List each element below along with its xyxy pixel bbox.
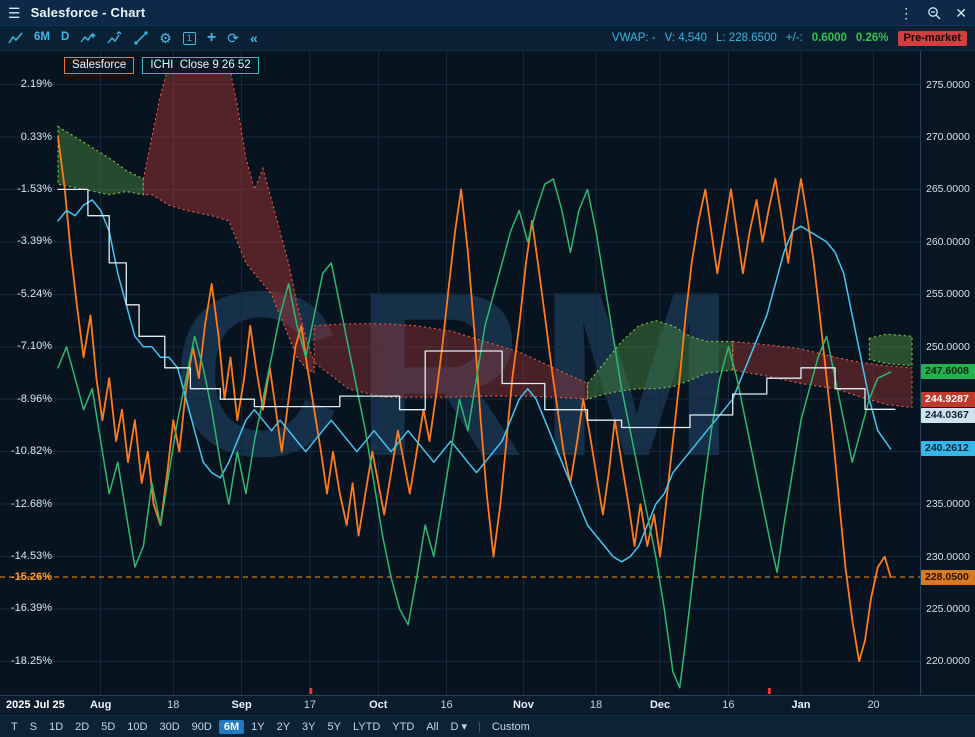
kebab-menu-icon[interactable]: ⋮ — [899, 6, 913, 20]
period-button-90d[interactable]: 90D — [187, 720, 217, 734]
settings-gear-icon[interactable]: ⚙ — [159, 31, 172, 45]
period-button-2d[interactable]: 2D — [70, 720, 94, 734]
x-axis-label: 18 — [590, 699, 602, 711]
price-badge: 244.0367 — [921, 408, 975, 423]
price-badge: 247.6008 — [921, 364, 975, 379]
right-axis-label: 275.0000 — [926, 79, 970, 91]
chart-area[interactable]: CRM Salesforce ICHI Close 9 26 52 2.19%0… — [0, 51, 975, 695]
period-button-s[interactable]: S — [25, 720, 42, 734]
right-axis-label: 230.0000 — [926, 551, 970, 563]
menu-icon[interactable]: ☰ — [8, 6, 21, 20]
cloud-green-right — [869, 334, 912, 366]
period-button-30d[interactable]: 30D — [154, 720, 184, 734]
x-axis-label: Oct — [369, 699, 387, 711]
custom-range-button[interactable]: Custom — [487, 720, 535, 734]
change-value: 0.6000 — [812, 32, 847, 44]
right-axis-label: 255.0000 — [926, 288, 970, 300]
chart-toolbar: 6M D ⚙ 1 + ⟳ « VWAP: - V: 4,540 L: 228.6… — [0, 26, 975, 51]
period-selector-bar: TS1D2D5D10D30D90D6M1Y2Y3Y5YLYTDYTDAllD ▾… — [0, 715, 975, 737]
layout-count-badge: 1 — [183, 32, 196, 45]
interval-d-button[interactable]: D — [61, 32, 69, 44]
x-axis-label: 18 — [167, 699, 179, 711]
x-axis-label: 20 — [867, 699, 879, 711]
range-6m-button[interactable]: 6M — [34, 32, 50, 44]
right-axis-label: 250.0000 — [926, 341, 970, 353]
right-axis-label: 265.0000 — [926, 183, 970, 195]
session-badge: Pre-market — [898, 31, 967, 46]
cloud-green-dec — [588, 321, 733, 400]
series-compare-green — [58, 179, 891, 688]
volume-value: V: 4,540 — [665, 32, 707, 44]
x-axis-label: 16 — [440, 699, 452, 711]
change-percent: 0.26% — [856, 32, 889, 44]
right-axis-label: 270.0000 — [926, 131, 970, 143]
event-marker — [309, 688, 312, 694]
x-axis-label: Jan — [791, 699, 810, 711]
interval-dropdown[interactable]: D ▾ — [446, 719, 473, 734]
right-axis-label: 260.0000 — [926, 236, 970, 248]
zoom-reset-icon[interactable] — [927, 6, 941, 20]
collapse-toolbar-icon[interactable]: « — [250, 31, 258, 45]
period-button-6m[interactable]: 6M — [219, 720, 244, 734]
x-axis-label: 16 — [722, 699, 734, 711]
right-axis-label: 225.0000 — [926, 603, 970, 615]
x-axis-label: Nov — [513, 699, 534, 711]
layout-icon[interactable]: 1 — [183, 32, 196, 45]
period-button-2y[interactable]: 2Y — [272, 720, 295, 734]
right-axis-label: 235.0000 — [926, 498, 970, 510]
x-axis-label: Sep — [232, 699, 252, 711]
right-axis-label: 220.0000 — [926, 655, 970, 667]
price-badge: 244.9287 — [921, 392, 975, 407]
period-button-ytd[interactable]: YTD — [387, 720, 419, 734]
last-value: L: 228.6500 — [716, 32, 777, 44]
price-plot[interactable] — [0, 51, 920, 695]
price-badge: 240.2612 — [921, 441, 975, 456]
x-time-axis[interactable]: 2025 Jul 25 Aug 18 Sep 17 Oct 16 Nov 18 Dec 16 Jan 2… — [0, 695, 975, 715]
divider: | — [478, 721, 481, 733]
cloud-red-august — [143, 58, 314, 373]
x-axis-label: 2025 Jul 25 — [6, 699, 65, 711]
title-bar: ☰ Salesforce - Chart ⋮ ✕ — [0, 0, 975, 26]
change-label: +/-: — [786, 32, 803, 44]
auto-refresh-icon[interactable]: ⟳ — [227, 31, 239, 45]
compare-icon[interactable] — [80, 31, 96, 45]
price-badge: 228.0500 — [921, 570, 975, 585]
chart-legend: Salesforce ICHI Close 9 26 52 — [64, 57, 259, 74]
close-icon[interactable]: ✕ — [955, 6, 967, 20]
window-title: Salesforce - Chart — [31, 5, 146, 20]
legend-item-ichimoku[interactable]: ICHI Close 9 26 52 — [142, 57, 258, 74]
period-button-lytd[interactable]: LYTD — [348, 720, 385, 734]
x-axis-label: 17 — [304, 699, 316, 711]
studies-icon[interactable] — [107, 31, 123, 45]
legend-item-salesforce[interactable]: Salesforce — [64, 57, 134, 74]
right-price-axis[interactable]: 275.0000 270.0000 265.0000 260.0000 255.0000… — [920, 51, 975, 695]
period-button-1d[interactable]: 1D — [44, 720, 68, 734]
x-axis-label: Dec — [650, 699, 670, 711]
period-button-5d[interactable]: 5D — [96, 720, 120, 734]
period-button-1y[interactable]: 1Y — [246, 720, 269, 734]
app-window: ☰ Salesforce - Chart ⋮ ✕ 6M D ⚙ 1 + ⟳ « … — [0, 0, 975, 737]
trendline-tool-icon[interactable] — [134, 31, 148, 45]
event-marker — [768, 688, 771, 694]
period-button-10d[interactable]: 10D — [122, 720, 152, 734]
add-chart-icon[interactable]: + — [207, 30, 216, 46]
vwap-value: VWAP: - — [612, 32, 656, 44]
chart-type-icon[interactable] — [8, 31, 23, 45]
x-axis-label: Aug — [90, 699, 111, 711]
period-button-all[interactable]: All — [421, 720, 443, 734]
period-button-5y[interactable]: 5Y — [323, 720, 346, 734]
period-button-3y[interactable]: 3Y — [297, 720, 320, 734]
period-button-t[interactable]: T — [6, 720, 23, 734]
